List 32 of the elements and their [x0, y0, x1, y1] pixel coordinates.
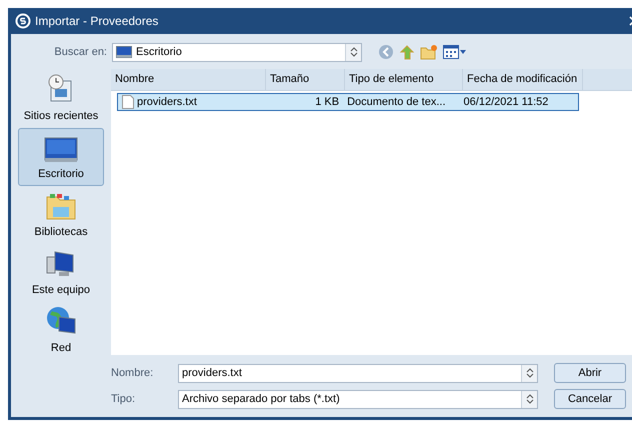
app-logo-icon	[15, 13, 31, 29]
sidebar-item[interactable]: Sitios recientes	[18, 70, 104, 128]
spinner-icon[interactable]	[345, 44, 361, 60]
column-header[interactable]: Tipo de elemento	[345, 69, 463, 90]
sidebar-item[interactable]: Bibliotecas	[18, 186, 104, 244]
table-cell-text: 1 KB	[314, 94, 340, 110]
column-header[interactable]: Fecha de modificación	[463, 69, 583, 90]
cancel-button[interactable]: Cancelar	[554, 389, 626, 409]
spinner-icon[interactable]	[521, 390, 537, 408]
column-header[interactable]: Tamaño	[266, 69, 345, 90]
document-icon	[122, 95, 134, 109]
view-menu-icon[interactable]	[443, 45, 466, 59]
look-in-label: Buscar en:	[53, 44, 108, 60]
window-title: Importar - Proveedores	[35, 13, 158, 30]
sidebar-item[interactable]: Este equipo	[18, 244, 104, 302]
field-label: Nombre:	[111, 366, 154, 381]
spinner-icon[interactable]	[521, 364, 537, 382]
sidebar-item[interactable]: Red	[18, 302, 104, 360]
table-cell-text: 06/12/2021 11:52	[462, 94, 550, 110]
column-header[interactable]: Nombre	[111, 69, 266, 90]
sidebar-item[interactable]: Escritorio	[18, 128, 104, 186]
open-button[interactable]: Abrir	[554, 363, 626, 383]
table-cell-text: Documento de tex...	[346, 94, 447, 110]
monitor-icon	[44, 136, 78, 162]
look-in-dropdown[interactable]: Escritorio	[112, 42, 362, 62]
file-row[interactable]: providers.txt 1 KB Documento de tex... 06/12/2021 11:52	[117, 93, 579, 111]
table-cell: providers.txt	[118, 94, 266, 110]
filetype-dropdown[interactable]: Archivo separado por tabs (*.txt)	[178, 390, 538, 408]
globe-computer-icon	[45, 304, 77, 336]
monitor-icon	[116, 46, 132, 58]
filename-field[interactable]: providers.txt	[178, 364, 538, 382]
field-label: Tipo:	[111, 392, 136, 407]
